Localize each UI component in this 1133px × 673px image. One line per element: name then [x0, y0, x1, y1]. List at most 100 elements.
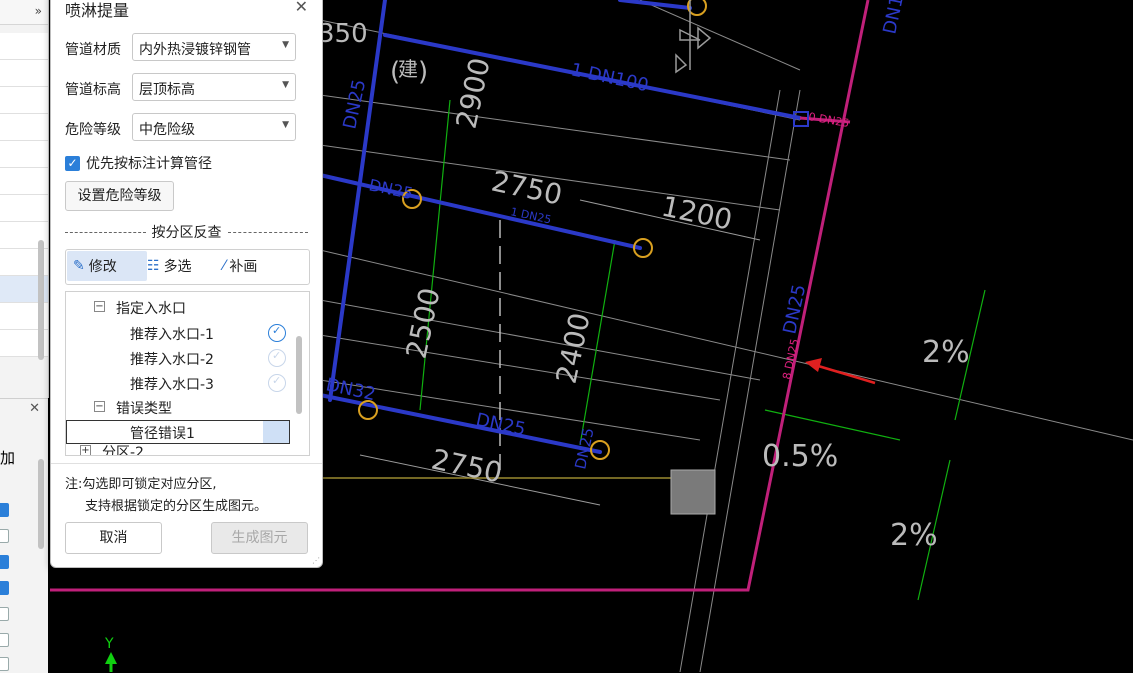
check-circle-icon[interactable]: ✓ [268, 374, 286, 392]
tree-group-inlet[interactable]: − 指定入水口 [94, 298, 186, 318]
section-header: 按分区反查 [65, 222, 308, 242]
checkbox[interactable] [0, 529, 9, 543]
pencil-icon: ✎ [73, 258, 85, 274]
hazard-level-label: 危险等级 [65, 122, 121, 138]
list-item[interactable] [0, 195, 48, 222]
modify-button[interactable]: ✎ 修改 [67, 251, 147, 281]
chevron-down-icon: ▼ [282, 40, 289, 50]
list-item[interactable] [0, 114, 48, 141]
sprinkler-dialog: 喷淋提量 ✕ 管道材质 内外热浸镀锌钢管 ▼ 管道标高 层顶标高 ▼ 危险等级 … [50, 0, 323, 568]
tree-scrollbar[interactable] [296, 336, 302, 414]
pipe-elevation-select[interactable]: 层顶标高 ▼ [132, 73, 296, 101]
draw-line-icon: ⁄ [223, 258, 226, 274]
checkbox[interactable] [0, 581, 9, 595]
tree-item-label: 推荐入水口-3 [130, 377, 214, 393]
tree-item[interactable]: 推荐入水口-2 [130, 349, 214, 369]
double-chevron-right-icon[interactable]: » [35, 4, 42, 18]
label-dn25-a: DN25 [367, 175, 415, 203]
label-dn25-f: 8 DN25 [780, 338, 801, 381]
dim-2900: 2900 [450, 55, 497, 132]
resize-grip-icon[interactable]: ⋰ [312, 556, 320, 565]
pipe-elevation-value: 层顶标高 [139, 82, 195, 98]
set-hazard-button[interactable]: 设置危险等级 [65, 181, 174, 211]
tree-item-label: 推荐入水口-2 [130, 352, 214, 368]
cancel-button[interactable]: 取消 [65, 522, 162, 554]
hazard-level-value: 中危险级 [139, 122, 195, 138]
label-dn10: DN10 [879, 0, 910, 36]
tree-group-error[interactable]: − 错误类型 [94, 398, 172, 418]
dim-350: 350 [318, 19, 368, 49]
tree-group-label: 错误类型 [116, 401, 172, 417]
chevron-down-icon: ▼ [282, 120, 289, 130]
tree-group-label: 指定入水口 [116, 301, 186, 317]
dim-2400: 2400 [550, 310, 597, 387]
dialog-title: 喷淋提量 [65, 1, 130, 20]
checkbox[interactable] [0, 657, 9, 671]
collapse-icon[interactable]: − [94, 301, 105, 312]
slope-2pct-a: 2% [922, 335, 970, 370]
tree-item-label: 管径错误1 [130, 426, 195, 442]
dim-2750-top: 2750 [489, 165, 566, 212]
modify-label: 修改 [88, 259, 117, 275]
checkbox[interactable] [0, 503, 9, 517]
label-dn25-vert: DN25 [339, 78, 370, 132]
tree-item-label: 推荐入水口-1 [130, 327, 214, 343]
checkbox[interactable] [0, 555, 9, 569]
list-item[interactable] [0, 33, 48, 60]
pipe-material-value: 内外热浸镀锌钢管 [139, 42, 251, 58]
selection-highlight [263, 421, 289, 443]
left-panel-header: » [0, 0, 48, 25]
left-panel-top: » [0, 0, 49, 398]
list-item[interactable] [0, 87, 48, 114]
note-line-1: 注:勾选即可锁定对应分区, [65, 477, 217, 492]
list-item[interactable] [0, 141, 48, 168]
supplement-label: 补画 [229, 259, 258, 275]
close-icon[interactable]: ✕ [295, 0, 308, 16]
tree-item[interactable]: 推荐入水口-3 [130, 374, 214, 394]
pipe-material-label: 管道材质 [65, 42, 121, 58]
list-item[interactable] [0, 168, 48, 195]
tree-item-selected[interactable]: 管径错误1 [66, 420, 290, 444]
axis-y-icon [105, 652, 117, 672]
label-dn25-e: DN25 [571, 426, 597, 471]
pipe-elevation-label: 管道标高 [65, 82, 121, 98]
check-circle-icon[interactable]: ✓ [268, 324, 286, 342]
dim-2500: 2500 [400, 285, 447, 362]
supplement-button[interactable]: ⁄ 补画 [223, 251, 257, 281]
grid-lines [319, 0, 1133, 672]
scrollbar[interactable] [38, 459, 44, 549]
section-title: 按分区反查 [151, 225, 222, 241]
red-arrow-icon [805, 358, 876, 385]
checkbox-checked-icon[interactable]: ✓ [65, 155, 80, 171]
add-label: 加 [0, 449, 16, 467]
prefer-annotation-row[interactable]: ✓ 优先按标注计算管径 [65, 153, 212, 173]
multi-select-label: 多选 [163, 259, 192, 275]
checkbox[interactable] [0, 633, 9, 647]
divider [51, 463, 322, 464]
close-icon[interactable]: ✕ [29, 401, 40, 416]
label-dn100: 1 DN100 [569, 59, 651, 96]
checkbox[interactable] [0, 607, 9, 621]
bracket-close: ) [418, 57, 428, 87]
note-line-2: 支持根据锁定的分区生成图元。 [85, 499, 268, 514]
dim-1200: 1200 [659, 190, 736, 237]
prefer-annotation-label: 优先按标注计算管径 [86, 156, 212, 172]
build-mark: 建 [398, 57, 418, 81]
scrollbar[interactable] [38, 240, 44, 360]
tree-item[interactable]: 推荐入水口-1 [130, 324, 214, 344]
multi-select-icon: ☷ [147, 258, 160, 274]
generate-button[interactable]: 生成图元 [211, 522, 308, 554]
column-block [670, 469, 716, 515]
pipe-material-select[interactable]: 内外热浸镀锌钢管 ▼ [132, 33, 296, 61]
collapse-icon[interactable]: − [94, 401, 105, 412]
left-panel-bottom: ✕ 加 [0, 398, 48, 673]
slope-05pct: 0.5% [762, 439, 838, 474]
tree-group-label: 分区-2 [102, 445, 144, 456]
dim-2750-bot: 2750 [429, 443, 506, 490]
multi-select-button[interactable]: ☷ 多选 [147, 251, 192, 281]
hazard-level-select[interactable]: 中危险级 ▼ [132, 113, 296, 141]
list-item[interactable] [0, 60, 48, 87]
expand-icon[interactable]: + [80, 445, 91, 455]
tree-group-zone[interactable]: + 分区-2 [80, 442, 144, 456]
check-circle-icon[interactable]: ✓ [268, 349, 286, 367]
